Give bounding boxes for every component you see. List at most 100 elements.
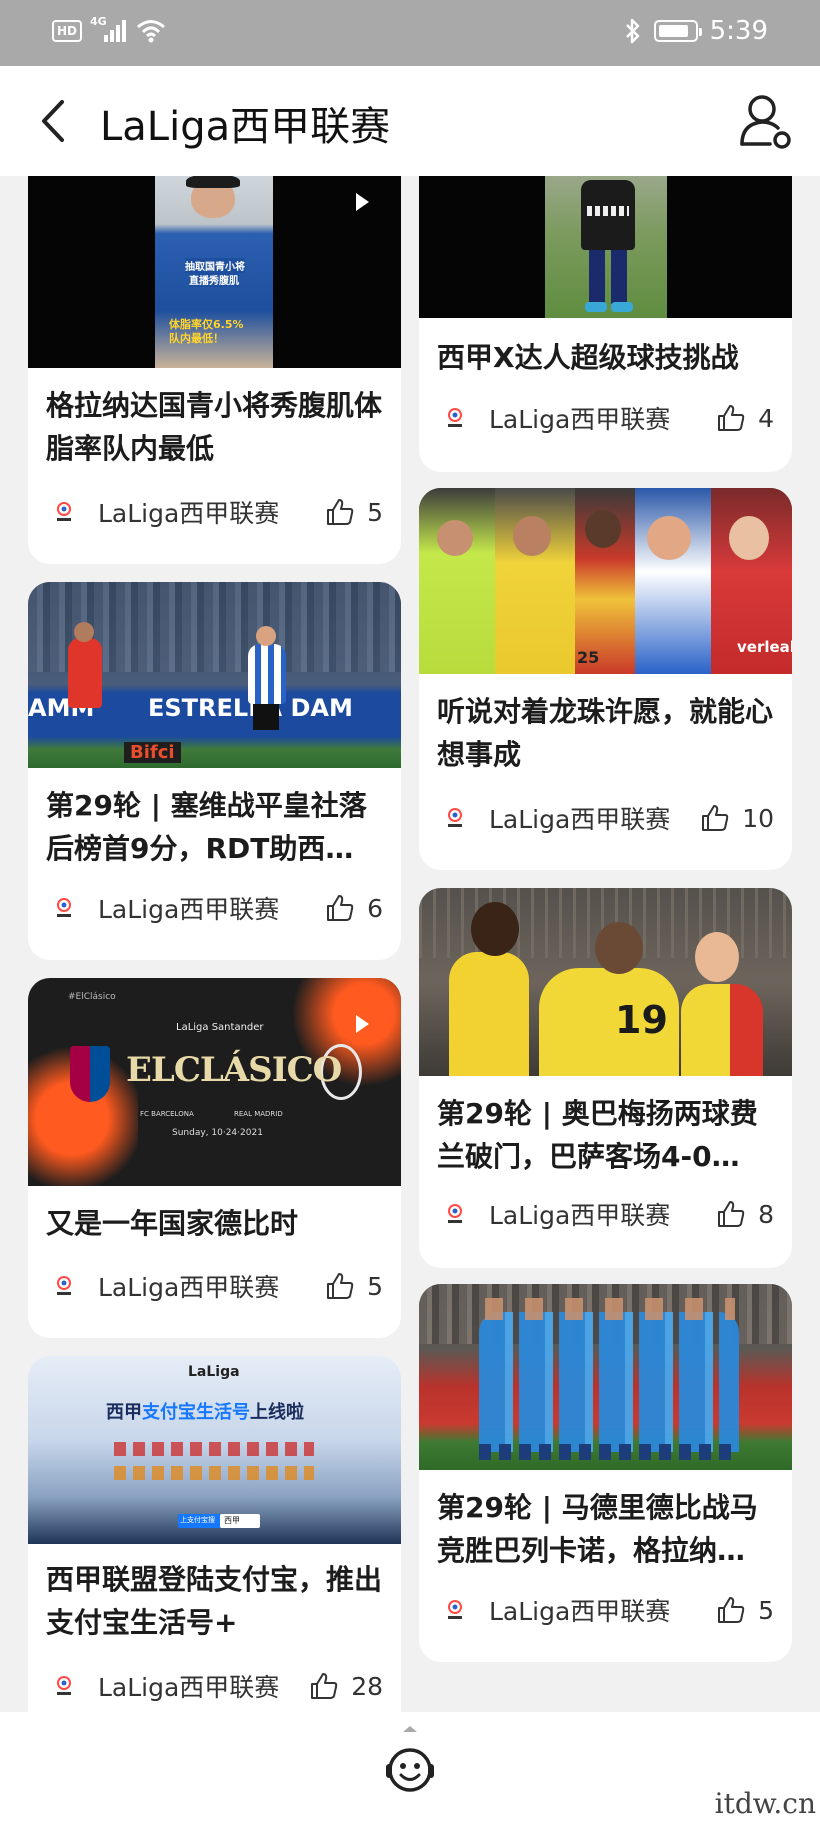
assistant-robot-icon[interactable] <box>383 1722 437 1800</box>
thumbnail-caption: LaLiga <box>188 1364 240 1380</box>
like-count: 5 <box>367 497 383 527</box>
feed-card[interactable]: 抽取国青小将 直播秀腹肌 体脂率仅6.5% 队内最低！ 格拉纳达国青小将秀腹肌体… <box>28 176 401 564</box>
card-source: LaLiga西甲联赛 <box>489 405 671 434</box>
article-thumbnail[interactable] <box>419 1284 792 1470</box>
card-title: 又是一年国家德比时 <box>46 1207 299 1240</box>
card-source: LaLiga西甲联赛 <box>98 895 280 924</box>
battery-icon <box>653 20 702 42</box>
card-title: 第29轮 | 奥巴梅扬两球费兰破门，巴萨客场4-0… <box>437 1097 758 1173</box>
laliga-logo-icon <box>448 408 462 427</box>
like-count: 4 <box>758 403 774 433</box>
laliga-logo-icon <box>57 502 71 521</box>
card-source: LaLiga西甲联赛 <box>98 1273 280 1302</box>
feed-card[interactable]: 西甲X达人超级球技挑战 LaLiga西甲联赛 4 <box>419 176 792 472</box>
thumbs-up-icon[interactable] <box>325 497 355 527</box>
thumbnail-caption: ELCLÁSICO <box>126 1050 342 1090</box>
bottom-bar <box>0 1712 820 1822</box>
feed-card[interactable]: 第29轮 | 马德里德比战马竞胜巴列卡诺，格拉纳… LaLiga西甲联赛 5 <box>419 1284 792 1662</box>
card-meta: LaLiga西甲联赛 5 <box>443 1590 774 1630</box>
card-title: 格拉纳达国青小将秀腹肌体脂率队内最低 <box>46 389 383 465</box>
card-title: 西甲联盟登陆支付宝，推出支付宝生活号+ <box>46 1563 383 1639</box>
thumbnail-caption: #ElClásico <box>68 992 116 1002</box>
status-icons-right: 5:39 <box>624 16 768 46</box>
thumbs-up-icon[interactable] <box>325 1271 355 1301</box>
thumbnail-caption: 西甲 <box>106 1402 142 1423</box>
card-source: LaLiga西甲联赛 <box>489 1597 671 1626</box>
thumbnail-caption: 上线啦 <box>250 1402 304 1423</box>
feed-card[interactable]: ESTRELLA DAM AMM Bifci 第29轮 | 塞维战平皇社落后榜首… <box>28 582 401 960</box>
status-icons-left: HD 4G <box>52 15 166 43</box>
sponsor-text: verleal <box>737 638 792 656</box>
ad-board-text: Bifci <box>124 742 181 763</box>
card-meta: LaLiga西甲联赛 10 <box>443 798 774 838</box>
laliga-logo-icon <box>57 898 71 917</box>
play-icon[interactable] <box>354 1014 370 1034</box>
article-thumbnail[interactable]: ESTRELLA DAM AMM Bifci <box>28 582 401 768</box>
feed-card[interactable]: 19 第29轮 | 奥巴梅扬两球费兰破门，巴萨客场4-0… LaLiga西甲联赛… <box>419 888 792 1268</box>
card-meta: LaLiga西甲联赛 5 <box>52 492 383 532</box>
video-thumbnail[interactable]: 抽取国青小将 直播秀腹肌 体脂率仅6.5% 队内最低！ <box>28 176 401 368</box>
thumbs-up-icon[interactable] <box>716 1595 746 1625</box>
app-header: LaLiga西甲联赛 <box>0 66 820 176</box>
thumbnail-caption: FC BARCELONA <box>140 1110 194 1118</box>
article-thumbnail[interactable]: 19 <box>419 888 792 1076</box>
bluetooth-icon <box>625 18 639 44</box>
card-source: LaLiga西甲联赛 <box>98 1673 280 1702</box>
thumbnail-caption: 队内最低！ <box>169 332 224 345</box>
thumbs-up-icon[interactable] <box>700 803 730 833</box>
card-source: LaLiga西甲联赛 <box>489 1201 671 1230</box>
card-meta: LaLiga西甲联赛 5 <box>52 1266 383 1306</box>
card-source: LaLiga西甲联赛 <box>98 499 280 528</box>
feed-card[interactable]: LaLiga 西甲 支付宝生活号 上线啦 上支付宝搜 西甲 西甲联盟登陆支付宝，… <box>28 1356 401 1712</box>
card-meta: LaLiga西甲联赛 4 <box>443 398 774 438</box>
card-title: 听说对着龙珠许愿，就能心想事成 <box>437 695 774 771</box>
like-count: 6 <box>367 893 383 923</box>
video-thumbnail[interactable] <box>419 176 792 318</box>
jersey-number: 19 <box>615 998 668 1042</box>
card-title: 第29轮 | 塞维战平皇社落后榜首9分，RDT助西… <box>46 789 367 865</box>
thumbs-up-icon[interactable] <box>716 1199 746 1229</box>
thumbs-up-icon[interactable] <box>716 403 746 433</box>
like-count: 5 <box>367 1271 383 1301</box>
thumbnail-caption: LaLiga Santander <box>176 1022 264 1033</box>
thumbnail-caption: REAL MADRID <box>234 1110 283 1118</box>
thumbnail-caption: 直播秀腹肌 <box>189 272 239 287</box>
thumbnail-caption: 西甲 <box>224 1516 240 1525</box>
thumbnail-caption: Sunday, 10·24·2021 <box>172 1128 263 1138</box>
like-count: 28 <box>351 1671 383 1701</box>
feed-card[interactable]: 25 verleal 听说对着龙珠许愿，就能心想事成 LaLiga西甲联赛 10 <box>419 488 792 870</box>
card-meta: LaLiga西甲联赛 6 <box>52 888 383 928</box>
thumbnail-caption: 支付宝生活号 <box>142 1402 250 1423</box>
thumbnail-caption: 抽取国青小将 <box>185 258 245 273</box>
clock: 5:39 <box>709 16 768 46</box>
article-thumbnail[interactable]: 25 verleal <box>419 488 792 674</box>
card-meta: LaLiga西甲联赛 28 <box>52 1666 383 1706</box>
user-settings-icon[interactable] <box>738 92 794 150</box>
back-icon[interactable] <box>36 96 76 146</box>
wifi-icon <box>137 20 165 43</box>
watermark: itdw.cn <box>714 1787 816 1820</box>
feed-card[interactable]: #ElClásico LaLiga Santander ELCLÁSICO FC… <box>28 978 401 1338</box>
laliga-logo-icon <box>448 1600 462 1619</box>
laliga-logo-icon <box>448 808 462 827</box>
like-count: 5 <box>758 1595 774 1625</box>
like-count: 8 <box>758 1199 774 1229</box>
chevron-up-icon <box>403 1726 417 1732</box>
play-icon[interactable] <box>354 192 370 212</box>
thumbs-up-icon[interactable] <box>325 893 355 923</box>
video-thumbnail[interactable]: #ElClásico LaLiga Santander ELCLÁSICO FC… <box>28 978 401 1186</box>
thumbnail-caption: 上支付宝搜 <box>180 1516 215 1524</box>
card-source: LaLiga西甲联赛 <box>489 805 671 834</box>
cellular-signal-icon: 4G <box>90 15 128 43</box>
page-title: LaLiga西甲联赛 <box>100 104 391 150</box>
thumbs-up-icon[interactable] <box>309 1671 339 1701</box>
laliga-logo-icon <box>448 1204 462 1223</box>
card-title: 西甲X达人超级球技挑战 <box>437 341 739 374</box>
battery-level <box>658 25 688 37</box>
status-bar: HD 4G 5:39 <box>0 0 820 66</box>
article-thumbnail[interactable]: LaLiga 西甲 支付宝生活号 上线啦 上支付宝搜 西甲 <box>28 1356 401 1544</box>
card-meta: LaLiga西甲联赛 8 <box>443 1194 774 1234</box>
hd-badge: HD <box>52 20 83 42</box>
laliga-logo-icon <box>57 1676 71 1695</box>
card-title: 第29轮 | 马德里德比战马竞胜巴列卡诺，格拉纳… <box>437 1491 758 1567</box>
